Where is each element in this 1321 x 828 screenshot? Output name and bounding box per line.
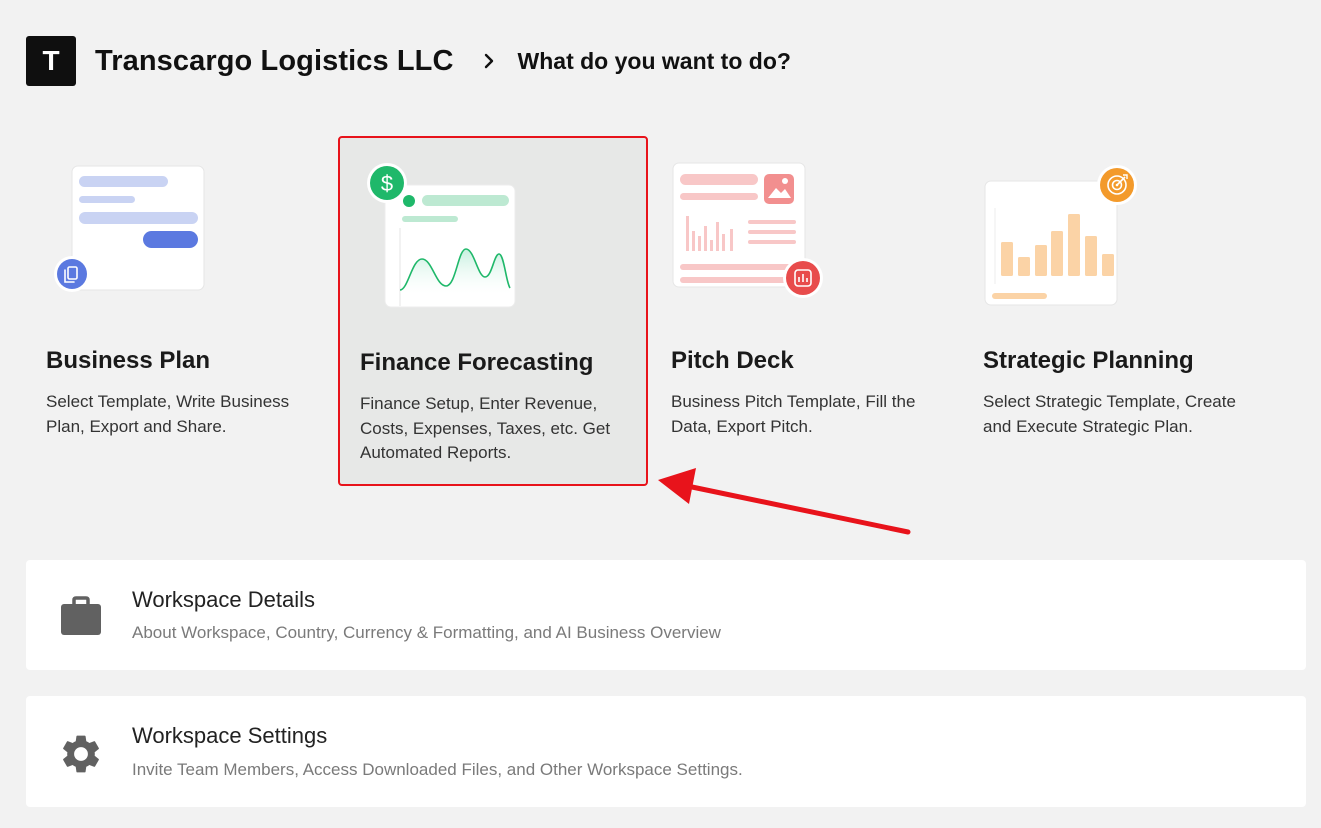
- card-strategic-planning[interactable]: Strategic Planning Select Strategic Temp…: [963, 136, 1273, 486]
- panel-description: About Workspace, Country, Currency & For…: [132, 623, 721, 642]
- header: T Transcargo Logistics LLC What do you w…: [26, 36, 791, 86]
- dollar-icon: $: [367, 163, 407, 203]
- card-pitch-deck[interactable]: Pitch Deck Business Pitch Template, Fill…: [651, 136, 961, 486]
- card-business-plan[interactable]: Business Plan Select Template, Write Bus…: [26, 136, 336, 486]
- strategic-planning-illustration: [984, 165, 1137, 306]
- card-description: Business Pitch Template, Fill the Data, …: [671, 392, 916, 436]
- panel-title: Workspace Settings: [132, 723, 328, 748]
- document-icon: [54, 256, 90, 292]
- chevron-right-icon: [478, 50, 500, 72]
- card-finance-forecasting[interactable]: $ Finance Forecasting Finance Setup, Ent…: [338, 136, 648, 486]
- svg-text:$: $: [381, 171, 393, 196]
- card-description: Select Strategic Template, Create and Ex…: [983, 392, 1236, 436]
- bar-chart-icon: [783, 258, 823, 298]
- panel-description: Invite Team Members, Access Downloaded F…: [132, 760, 743, 779]
- business-plan-illustration: [54, 165, 205, 292]
- target-icon: [1097, 165, 1137, 205]
- workspace-logo[interactable]: T: [26, 36, 76, 86]
- briefcase-icon: [58, 596, 104, 643]
- card-description: Select Template, Write Business Plan, Ex…: [46, 392, 290, 436]
- workspace-details-panel[interactable]: Workspace Details About Workspace, Count…: [26, 560, 1306, 670]
- card-title: Finance Forecasting: [360, 349, 594, 376]
- workspace-settings-panel[interactable]: Workspace Settings Invite Team Members, …: [26, 696, 1306, 807]
- page-title: What do you want to do?: [517, 47, 791, 74]
- card-title: Strategic Planning: [983, 347, 1194, 374]
- gear-icon: [58, 731, 104, 782]
- pitch-deck-illustration: [672, 162, 823, 298]
- card-title: Pitch Deck: [671, 347, 794, 374]
- panel-title: Workspace Details: [132, 587, 315, 612]
- company-name[interactable]: Transcargo Logistics LLC: [95, 45, 454, 78]
- logo-letter: T: [42, 45, 60, 76]
- card-title: Business Plan: [46, 347, 211, 374]
- finance-forecasting-illustration: $: [367, 163, 516, 308]
- card-description: Finance Setup, Enter Revenue, Costs, Exp…: [360, 394, 611, 462]
